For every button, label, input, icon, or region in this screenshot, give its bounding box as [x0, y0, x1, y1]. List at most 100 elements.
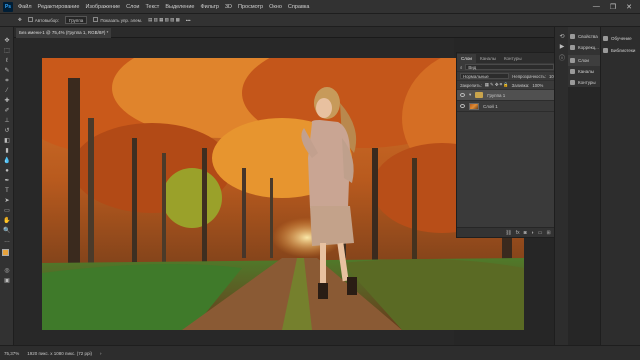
fx-icon[interactable]: fx [516, 230, 520, 236]
dock-properties[interactable]: Свойства [568, 31, 600, 42]
fill-value[interactable]: 100% [532, 83, 543, 88]
menu-edit[interactable]: Редактирование [38, 4, 80, 10]
dock-layers[interactable]: Слои [568, 55, 600, 66]
chevron-right-icon[interactable]: › [100, 351, 102, 356]
zoom-level[interactable]: 75,37% [4, 351, 19, 356]
move-tool-icon[interactable]: ✥ [18, 17, 22, 23]
menu-filter[interactable]: Фильтр [200, 4, 218, 10]
menu-view[interactable]: Просмотр [238, 4, 263, 10]
blend-mode-dropdown[interactable]: Нормальные [460, 73, 510, 79]
canvas-image[interactable] [42, 58, 524, 330]
autoselect-checkbox[interactable]: Автовыбор: [27, 17, 59, 23]
more-options-icon[interactable]: ••• [186, 18, 191, 23]
link-icon[interactable]: ⛓ [505, 230, 511, 236]
visibility-eye-icon[interactable] [460, 93, 465, 97]
blur-tool-icon[interactable]: 💧 [3, 157, 11, 165]
folder-icon[interactable]: ▭ [538, 230, 543, 236]
fill-label: Заливка: [511, 82, 530, 88]
layers-panel: Слои Каналы Контуры ⌕ Вид ◐ Нормальные Н… [456, 52, 565, 238]
move-tool-icon[interactable]: ✥ [3, 37, 11, 45]
tab-layers[interactable]: Слои [457, 54, 476, 63]
status-bar: 75,37% 1920 пикс. x 1080 пикс. (72 ppi) … [0, 345, 640, 360]
lock-icons[interactable]: ▦ ✎ ✥ ⌗ 🔒 [485, 82, 509, 88]
dodge-tool-icon[interactable]: ● [3, 167, 11, 175]
menu-window[interactable]: Окно [269, 4, 282, 10]
photoshop-logo-icon: Ps [3, 1, 13, 12]
layers-panel-footer: ⛓ fx ◙ ◑ ▭ ⊞ 🗑 [457, 227, 565, 237]
hand-tool-icon[interactable]: ✋ [3, 217, 11, 225]
dock-channels[interactable]: Каналы [568, 66, 600, 77]
menu-type[interactable]: Текст [145, 4, 159, 10]
new-layer-icon[interactable]: ⊞ [546, 230, 550, 236]
quick-select-tool-icon[interactable]: ✎ [3, 67, 11, 75]
quick-mask-icon[interactable]: ◎ [3, 267, 11, 275]
visibility-eye-icon[interactable] [460, 104, 465, 108]
path-select-tool-icon[interactable]: ➤ [3, 197, 11, 205]
chevron-down-icon[interactable]: ▾ [469, 92, 471, 98]
document-tab[interactable]: Без имени-1 @ 75,4% (Группа 1, RGB/8#) * [16, 28, 111, 38]
screen-mode-icon[interactable]: ▣ [3, 277, 11, 285]
layer-filter-dropdown[interactable]: Вид [465, 64, 555, 70]
eyedropper-tool-icon[interactable]: ⁄ [3, 87, 11, 95]
adjustment-icon[interactable]: ◑ [531, 230, 534, 236]
tab-channels[interactable]: Каналы [476, 54, 500, 63]
mask-icon[interactable]: ◙ [524, 230, 527, 236]
learn-icon [603, 36, 608, 41]
panel-dock-icons: ⟲ ▶ ⓘ [554, 27, 568, 345]
dock-libraries[interactable]: Библиотеки [601, 45, 640, 56]
autoselect-dropdown[interactable]: Группа [65, 16, 88, 24]
stamp-tool-icon[interactable]: ⊥ [3, 117, 11, 125]
history-icon[interactable]: ⟲ [558, 33, 566, 41]
menu-bar: Ps Файл Редактирование Изображение Слои … [0, 0, 640, 14]
pen-tool-icon[interactable]: ✒ [3, 177, 11, 185]
layer-thumbnail [469, 102, 479, 110]
menu-select[interactable]: Выделение [165, 4, 194, 10]
folder-icon [475, 92, 484, 98]
layer-row-group[interactable]: ▾ Группа 1 [457, 90, 563, 101]
libraries-icon [603, 48, 608, 53]
menu-image[interactable]: Изображение [85, 4, 120, 10]
menu-file[interactable]: Файл [18, 4, 32, 10]
options-bar: ✥ Автовыбор: Группа Показать упр. элем. … [0, 14, 640, 27]
dock-adjustments[interactable]: Коррекц... [568, 42, 600, 53]
marquee-tool-icon[interactable]: ⬚ [3, 47, 11, 55]
foreground-color-swatch[interactable] [2, 249, 9, 256]
tab-paths[interactable]: Контуры [500, 54, 526, 63]
crop-tool-icon[interactable]: ⌗ [3, 77, 11, 85]
maximize-icon[interactable]: ❐ [610, 3, 616, 11]
show-transform-checkbox[interactable]: Показать упр. элем. [93, 17, 142, 23]
right-panel-column: Обучение Библиотеки [600, 27, 640, 345]
minimize-icon[interactable]: — [593, 3, 600, 11]
layer-name: Слой 1 [483, 103, 498, 109]
history-brush-icon[interactable]: ↺ [3, 127, 11, 135]
info-icon[interactable]: ⓘ [558, 55, 566, 63]
more-tools-icon[interactable]: … [3, 237, 11, 245]
type-tool-icon[interactable]: T [3, 187, 11, 195]
close-icon[interactable]: ✕ [626, 3, 632, 11]
dock-paths[interactable]: Контуры [568, 77, 600, 88]
zoom-tool-icon[interactable]: 🔍 [3, 227, 11, 235]
lasso-tool-icon[interactable]: ℓ [3, 57, 11, 65]
layer-name: Группа 1 [487, 92, 506, 98]
collapsed-panels: Свойства Коррекц... Слои Каналы Контуры [568, 27, 600, 87]
shape-tool-icon[interactable]: ▭ [3, 207, 11, 215]
filter-search-icon: ⌕ [460, 64, 463, 70]
gradient-tool-icon[interactable]: ▮ [3, 147, 11, 155]
align-icons[interactable]: ▤ ▥ ▦ ▧ ▨ ▩ [148, 17, 180, 23]
paths-icon [570, 80, 575, 85]
layer-row-image[interactable]: Слой 1 [457, 101, 563, 112]
menu-layers[interactable]: Слои [126, 4, 139, 10]
adjustments-icon [570, 45, 575, 50]
opacity-label: Непрозрачность: [512, 73, 546, 79]
layers-icon [570, 58, 575, 63]
play-icon[interactable]: ▶ [558, 43, 566, 51]
document-size: 1920 пикс. x 1080 пикс. (72 ppi) [27, 350, 92, 356]
properties-icon [570, 34, 575, 39]
healing-tool-icon[interactable]: ✚ [3, 97, 11, 105]
menu-help[interactable]: Справка [288, 4, 310, 10]
brush-tool-icon[interactable]: ✐ [3, 107, 11, 115]
menu-3d[interactable]: 3D [225, 4, 232, 10]
dock-learn[interactable]: Обучение [601, 33, 640, 44]
eraser-tool-icon[interactable]: ◧ [3, 137, 11, 145]
document-tabs: Без имени-1 @ 75,4% (Группа 1, RGB/8#) * [14, 27, 554, 38]
